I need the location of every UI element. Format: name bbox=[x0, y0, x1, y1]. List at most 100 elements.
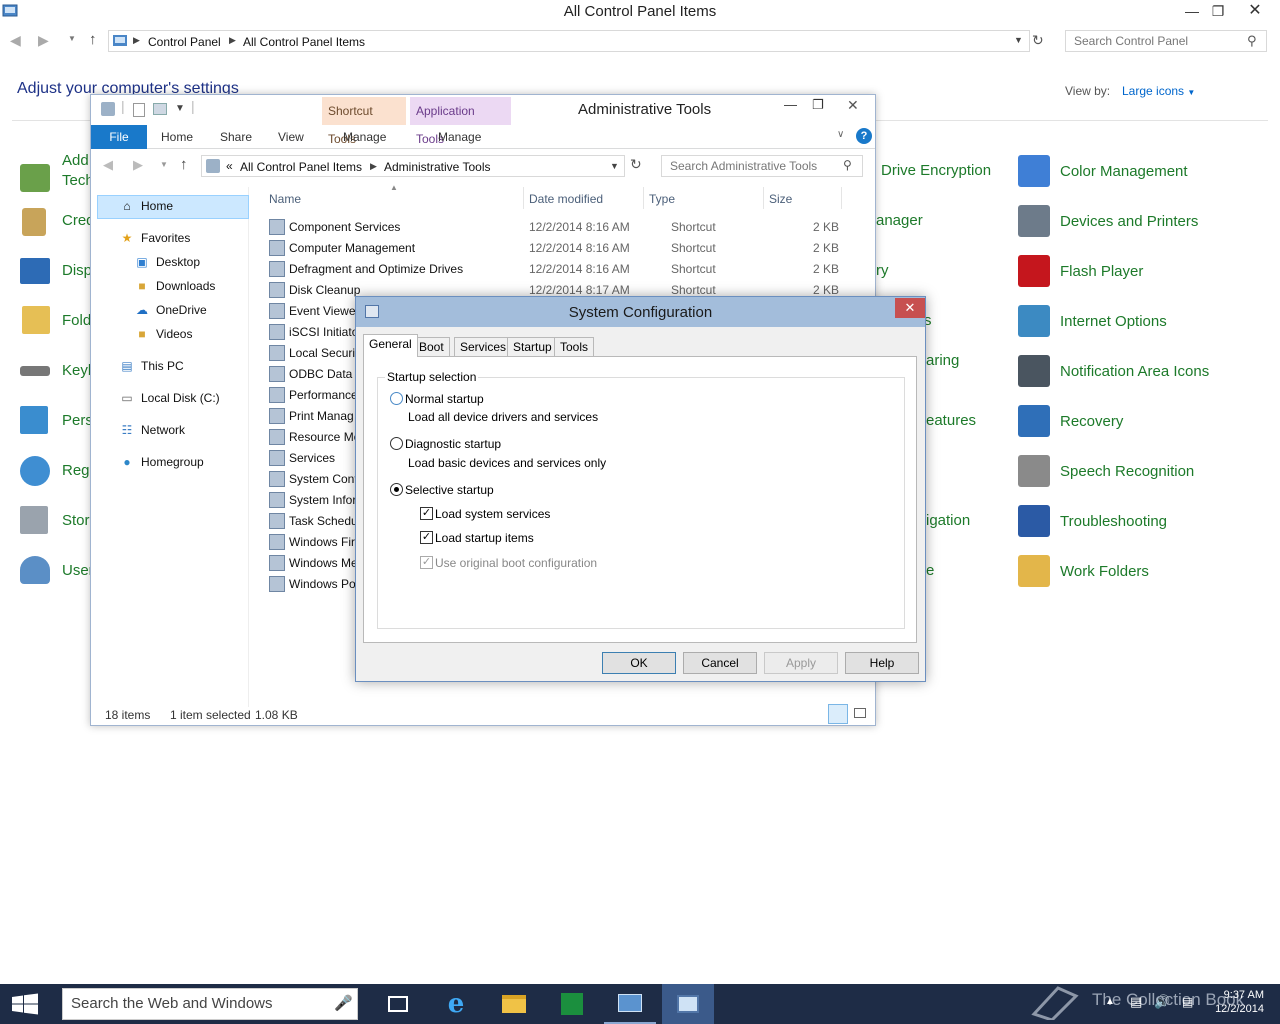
cancel-button[interactable]: Cancel bbox=[683, 652, 757, 674]
recent-locations-icon[interactable]: ▼ bbox=[160, 160, 168, 169]
network-tray-icon[interactable]: ▤ bbox=[1130, 994, 1142, 1010]
help-button[interactable]: Help bbox=[845, 652, 919, 674]
address-bar[interactable]: « All Control Panel Items ▶ Administrati… bbox=[201, 155, 625, 177]
table-row[interactable]: Defragment and Optimize Drives 12/2/2014 … bbox=[269, 259, 849, 280]
tab-services[interactable]: Services bbox=[454, 337, 513, 357]
column-divider[interactable] bbox=[763, 187, 764, 209]
cp-item-manager[interactable]: anager bbox=[876, 212, 923, 229]
breadcrumb-all-items[interactable]: All Control Panel Items bbox=[243, 35, 365, 49]
column-header-type[interactable]: Type bbox=[649, 192, 675, 206]
expand-ribbon-icon[interactable]: ∨ bbox=[837, 129, 844, 140]
store-button[interactable] bbox=[546, 984, 598, 1024]
recent-locations-icon[interactable]: ▼ bbox=[68, 34, 76, 43]
tab-file[interactable]: File bbox=[91, 125, 147, 149]
view-by-dropdown[interactable]: Large icons ▼ bbox=[1122, 84, 1195, 98]
file-explorer-button[interactable] bbox=[488, 984, 540, 1024]
cp-item-fold[interactable]: Fold bbox=[62, 312, 91, 329]
cp-item-user[interactable]: User bbox=[62, 562, 94, 579]
normal-startup-radio[interactable] bbox=[390, 392, 403, 405]
close-button[interactable]: ✕ bbox=[895, 298, 925, 318]
clock[interactable]: 9:37 AM 12/2/2014 bbox=[1206, 988, 1264, 1016]
diagnostic-startup-radio[interactable] bbox=[390, 437, 403, 450]
microphone-icon[interactable]: 🎤 bbox=[334, 994, 353, 1012]
properties-icon[interactable] bbox=[133, 103, 145, 117]
column-divider[interactable] bbox=[643, 187, 644, 209]
search-input[interactable]: Search Control Panel bbox=[1065, 30, 1267, 52]
task-view-button[interactable] bbox=[372, 984, 424, 1024]
column-divider[interactable] bbox=[841, 187, 842, 209]
cp-item-notification-area-icons[interactable]: Notification Area Icons bbox=[1018, 355, 1209, 387]
nav-item-home[interactable]: ⌂ Home bbox=[119, 199, 173, 213]
tab-startup[interactable]: Startup bbox=[507, 337, 558, 357]
cp-item-devices-and-printers[interactable]: Devices and Printers bbox=[1018, 205, 1198, 237]
application-tools-tab[interactable]: Application Tools bbox=[410, 97, 511, 146]
cp-item-internet-options[interactable]: Internet Options bbox=[1018, 305, 1167, 337]
cp-item-disp[interactable]: Disp bbox=[62, 262, 92, 279]
show-hidden-icons-icon[interactable]: ▲ bbox=[1105, 996, 1115, 1007]
column-header-date[interactable]: Date modified bbox=[529, 192, 603, 206]
minimize-button[interactable]: — bbox=[784, 97, 797, 112]
up-icon[interactable]: ↑ bbox=[89, 31, 97, 48]
nav-item-downloads[interactable]: ■ Downloads bbox=[134, 279, 215, 293]
cp-item-troubleshooting[interactable]: Troubleshooting bbox=[1018, 505, 1167, 537]
tab-manage-application[interactable]: Manage bbox=[438, 125, 481, 149]
back-icon[interactable]: ◀ bbox=[10, 32, 21, 49]
cp-item-tech[interactable]: Tech bbox=[62, 172, 94, 189]
maximize-button[interactable]: ❐ bbox=[1203, 0, 1233, 22]
cp-item-stor[interactable]: Stor bbox=[62, 512, 90, 529]
nav-item-onedrive[interactable]: ☁ OneDrive bbox=[134, 303, 207, 317]
back-icon[interactable]: ◀ bbox=[103, 157, 113, 173]
cp-item-e[interactable]: e bbox=[926, 562, 934, 579]
nav-item-local-disk[interactable]: ▭ Local Disk (C:) bbox=[119, 391, 219, 405]
load-startup-items-checkbox[interactable]: ✓ bbox=[420, 531, 433, 544]
cp-item-sharing[interactable]: aring bbox=[926, 352, 959, 369]
address-dropdown-icon[interactable]: ▼ bbox=[1014, 35, 1023, 45]
nav-item-network[interactable]: ☷ Network bbox=[119, 423, 185, 437]
normal-startup-label[interactable]: Normal startup bbox=[405, 392, 484, 406]
nav-item-favorites[interactable]: ★ Favorites bbox=[119, 231, 191, 245]
table-row[interactable]: Computer Management 12/2/2014 8:16 AM Shor… bbox=[269, 238, 849, 259]
tab-home[interactable]: Home bbox=[161, 125, 193, 149]
breadcrumb-all-items[interactable]: All Control Panel Items bbox=[240, 160, 362, 174]
selective-startup-radio[interactable] bbox=[390, 483, 403, 496]
cp-item-color-management[interactable]: Color Management bbox=[1018, 155, 1188, 187]
customize-toolbar-icon[interactable]: ▼ bbox=[175, 103, 185, 114]
system-configuration-taskbar-button[interactable] bbox=[662, 984, 714, 1024]
forward-icon[interactable]: ▶ bbox=[133, 157, 143, 173]
tab-manage-shortcut[interactable]: Manage bbox=[343, 125, 386, 149]
refresh-icon[interactable]: ↻ bbox=[630, 156, 642, 173]
cp-item-features[interactable]: eatures bbox=[926, 412, 976, 429]
cp-item-pers[interactable]: Pers bbox=[62, 412, 93, 429]
address-dropdown-icon[interactable]: ▼ bbox=[610, 161, 619, 171]
overflow-chevron-icon[interactable]: « bbox=[226, 159, 233, 173]
breadcrumb-admin-tools[interactable]: Administrative Tools bbox=[384, 160, 491, 174]
cp-item-drive-encryption[interactable]: Drive Encryption bbox=[881, 162, 991, 179]
action-center-tray-icon[interactable]: ▤ bbox=[1182, 995, 1193, 1009]
ok-button[interactable]: OK bbox=[602, 652, 676, 674]
table-row[interactable]: Component Services 12/2/2014 8:16 AM Short… bbox=[269, 217, 849, 238]
close-button[interactable]: ✕ bbox=[1240, 0, 1270, 22]
column-header-name[interactable]: Name bbox=[269, 192, 301, 206]
cp-item-navigation[interactable]: igation bbox=[926, 512, 970, 529]
control-panel-taskbar-button[interactable] bbox=[604, 984, 656, 1024]
details-view-icon[interactable] bbox=[828, 704, 848, 724]
up-icon[interactable]: ↑ bbox=[180, 156, 188, 173]
cp-item-reg[interactable]: Reg bbox=[62, 462, 90, 479]
volume-icon[interactable]: 🔊 bbox=[1154, 994, 1170, 1010]
selective-startup-label[interactable]: Selective startup bbox=[405, 483, 494, 497]
help-icon[interactable]: ? bbox=[856, 128, 872, 144]
nav-item-videos[interactable]: ■ Videos bbox=[134, 327, 192, 341]
cp-item-speech-recognition[interactable]: Speech Recognition bbox=[1018, 455, 1194, 487]
breadcrumb-control-panel[interactable]: Control Panel bbox=[148, 35, 221, 49]
close-button[interactable]: ✕ bbox=[847, 97, 859, 114]
refresh-icon[interactable]: ↻ bbox=[1032, 32, 1044, 49]
start-button[interactable] bbox=[0, 984, 50, 1024]
tab-general[interactable]: General bbox=[363, 334, 418, 357]
cp-item-recovery[interactable]: Recovery bbox=[1018, 405, 1123, 437]
tab-view[interactable]: View bbox=[278, 125, 304, 149]
tab-boot[interactable]: Boot bbox=[413, 337, 450, 357]
apply-button[interactable]: Apply bbox=[764, 652, 838, 674]
load-startup-items-label[interactable]: Load startup items bbox=[435, 531, 534, 545]
cp-item-ry[interactable]: ry bbox=[876, 262, 889, 279]
nav-item-desktop[interactable]: ▣ Desktop bbox=[134, 255, 200, 269]
